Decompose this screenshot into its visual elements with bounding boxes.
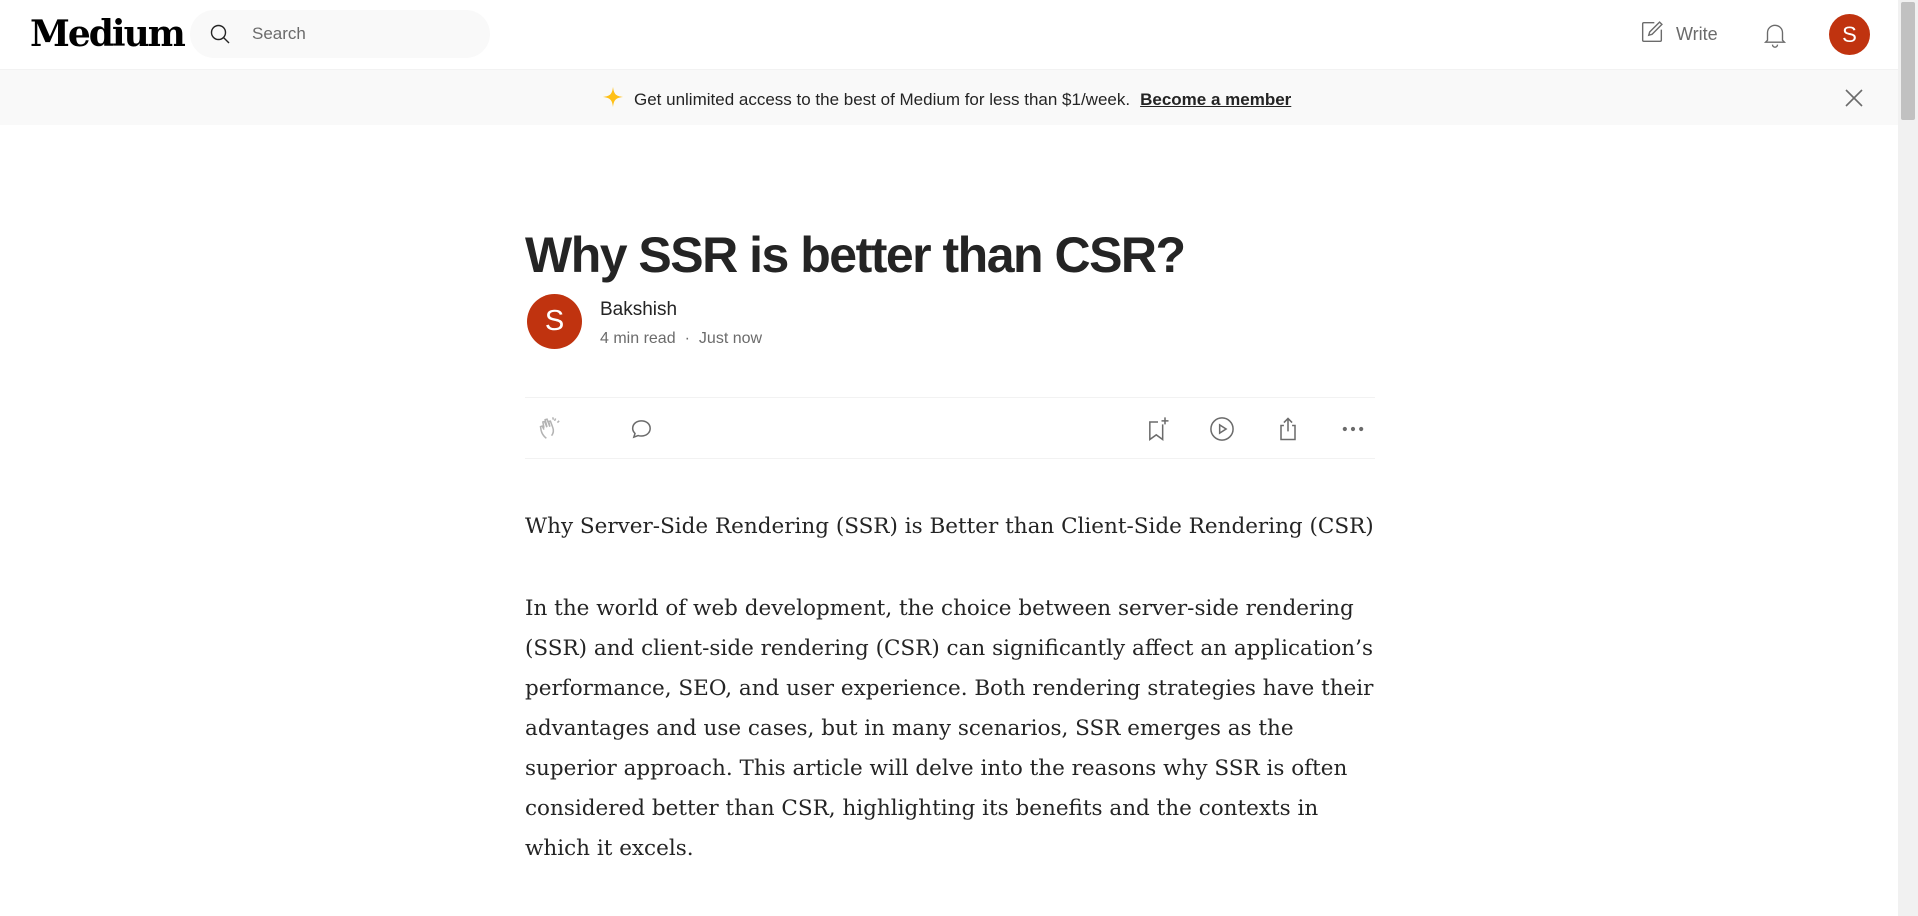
meta-separator: · [684,330,690,347]
published-time: Just now [698,330,763,347]
article-title: Why SSR is better than CSR? [525,226,1186,283]
comment-icon[interactable] [628,415,656,443]
bell-icon[interactable] [1760,19,1790,49]
article-paragraph: In the world of web development, the cho… [525,596,1374,861]
page-scrollbar[interactable] [1898,0,1918,916]
search-input[interactable] [250,20,470,48]
play-icon[interactable] [1208,415,1236,443]
read-time: 4 min read [600,330,676,347]
clap-icon[interactable] [537,415,565,443]
write-icon [1638,18,1666,51]
membership-banner: Get unlimited access to the best of Medi… [0,70,1898,125]
write-label: Write [1676,23,1718,44]
article-meta: 4 min read · Just now [600,330,762,348]
become-member-link[interactable]: Become a member [1140,90,1291,110]
author-avatar[interactable]: S [527,294,582,349]
banner-text: Get unlimited access to the best of Medi… [634,89,1131,109]
bookmark-add-icon[interactable] [1144,415,1172,443]
top-nav: Medium Write S [0,0,1898,70]
medium-logo[interactable]: Medium [30,12,186,56]
share-icon[interactable] [1274,415,1302,443]
article-action-bar [525,397,1375,459]
scrollbar-thumb[interactable] [1901,2,1915,120]
search-box[interactable] [190,10,490,58]
article-paragraph: Why Server-Side Rendering (SSR) is Bette… [525,514,1374,539]
search-icon [208,22,232,46]
write-button[interactable]: Write [1638,18,1718,50]
article-body: Why Server-Side Rendering (SSR) is Bette… [525,507,1375,911]
sparkle-icon [602,86,634,113]
author-name[interactable]: Bakshish [600,299,677,321]
more-icon[interactable] [1339,415,1367,443]
user-avatar[interactable]: S [1829,14,1870,55]
close-icon[interactable] [1842,86,1866,110]
